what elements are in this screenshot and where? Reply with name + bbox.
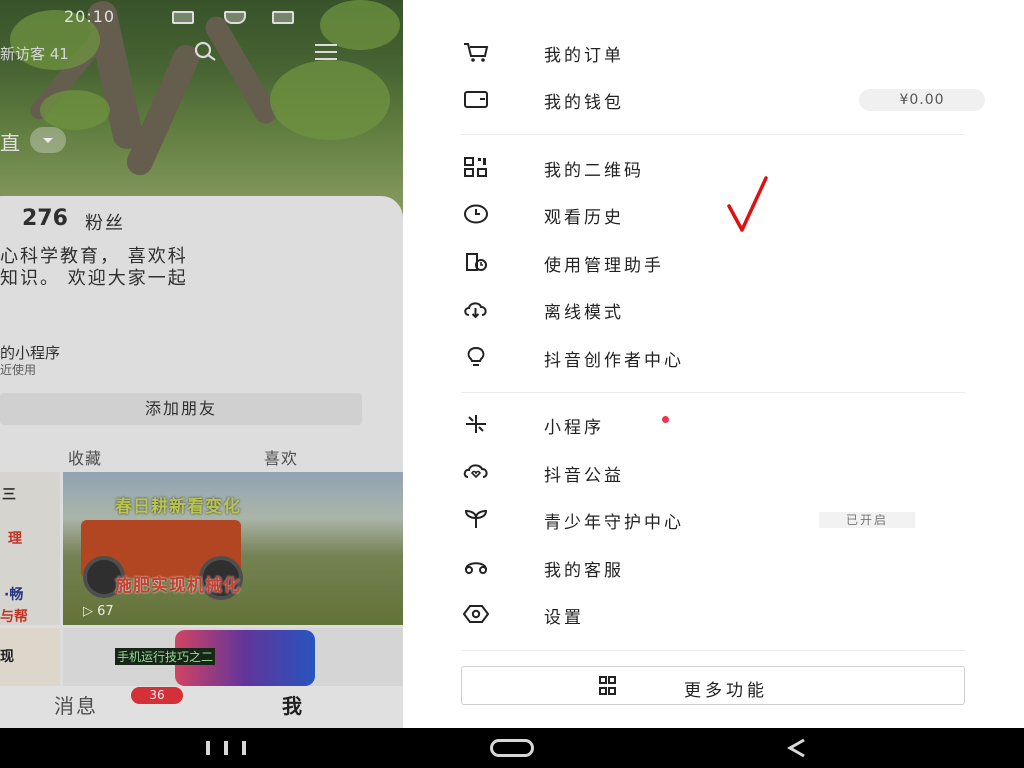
drawer-backdrop[interactable] — [0, 0, 403, 728]
menu-item-label: 离线模式 — [544, 303, 624, 323]
headset-icon — [465, 562, 487, 574]
menu-item-label: 我的二维码 — [544, 161, 644, 181]
cart-icon — [464, 43, 489, 62]
menu-item-label: 我的钱包 — [544, 93, 624, 113]
menu-item-teen-protection[interactable]: 青少年守护中心 — [403, 498, 1024, 542]
menu-item-settings[interactable]: 设置 — [403, 593, 1024, 637]
qrcode-icon — [464, 157, 487, 177]
wallet-icon — [464, 91, 488, 108]
menu-item-label: 小程序 — [544, 418, 604, 438]
menu-item-label: 抖音创作者中心 — [544, 351, 684, 371]
recent-apps-icon[interactable] — [204, 741, 248, 755]
menu-item-usage-manager[interactable]: 使用管理助手 — [403, 241, 1024, 285]
menu-item-creator-center[interactable]: 抖音创作者中心 — [403, 336, 1024, 380]
menu-item-offline-mode[interactable]: 离线模式 — [403, 288, 1024, 332]
red-checkmark-annotation — [727, 176, 768, 232]
menu-divider — [461, 392, 965, 393]
clock-icon — [464, 204, 488, 224]
menu-item-label: 青少年守护中心 — [544, 513, 684, 533]
more-features-label: 更多功能 — [684, 681, 768, 701]
asterisk-icon — [466, 415, 486, 433]
bulb-icon — [467, 346, 485, 366]
menu-item-my-qrcode[interactable]: 我的二维码 — [403, 146, 1024, 190]
menu-item-label: 观看历史 — [544, 208, 624, 228]
system-navigation-bar — [0, 728, 1024, 768]
menu-divider — [461, 650, 965, 651]
new-indicator-dot — [662, 416, 669, 423]
menu-item-label: 我的客服 — [544, 561, 624, 581]
menu-item-watch-history[interactable]: 观看历史 — [403, 193, 1024, 237]
menu-item-my-orders[interactable]: 我的订单 — [403, 31, 1024, 75]
menu-divider — [461, 134, 965, 135]
menu-item-customer-service[interactable]: 我的客服 — [403, 546, 1024, 590]
profile-page: 20:10 新访客 41 直 276 粉丝 心科学教育， 喜欢科 知识。 欢迎大… — [0, 0, 403, 728]
charity-cloud-icon — [463, 464, 488, 479]
menu-item-douyin-charity[interactable]: 抖音公益 — [403, 451, 1024, 495]
grid-apps-icon — [599, 676, 616, 695]
menu-item-mini-programs[interactable]: 小程序 — [403, 403, 1024, 447]
settings-hex-icon — [463, 605, 489, 623]
menu-item-label: 使用管理助手 — [544, 256, 664, 276]
sprout-icon — [464, 509, 488, 528]
cloud-download-icon — [464, 302, 487, 319]
menu-item-label: 我的订单 — [544, 46, 624, 66]
side-drawer-menu: 我的订单 我的钱包 ¥0.00 我的二维码 观看历史 使用管理助手 离线模式 抖… — [403, 0, 1024, 728]
menu-item-label: 抖音公益 — [544, 466, 624, 486]
more-features-button[interactable]: 更多功能 — [461, 666, 965, 705]
back-icon[interactable] — [782, 738, 812, 758]
home-icon[interactable] — [490, 739, 534, 757]
menu-item-label: 设置 — [544, 608, 584, 628]
teen-mode-status-badge: 已开启 — [819, 512, 915, 528]
wallet-balance: ¥0.00 — [859, 89, 985, 111]
phone-manage-icon — [466, 253, 487, 271]
